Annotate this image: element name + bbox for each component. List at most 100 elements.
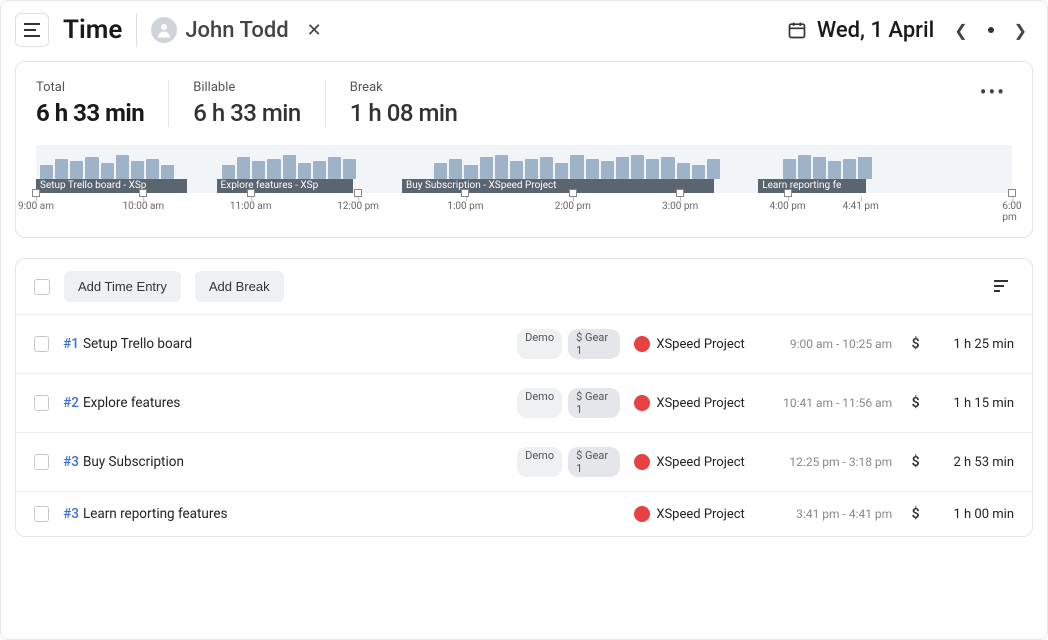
timeline-handle[interactable] <box>139 189 147 197</box>
activity-bar <box>464 165 477 179</box>
timeline-task-bar[interactable]: Explore features - XSp <box>217 179 354 193</box>
stat-break-value: 1 h 08 min <box>350 99 458 127</box>
billable-icon[interactable]: $ <box>906 336 925 352</box>
timeline-task-bar[interactable]: Learn reporting fe <box>758 179 865 193</box>
stat-billable-label: Billable <box>193 80 301 95</box>
activity-bar <box>798 155 811 179</box>
time-entry-row[interactable]: #1Setup Trello board Demo$ Gear 1 XSpeed P… <box>16 315 1032 374</box>
entry-time-range: 10:41 am - 11:56 am <box>780 396 893 410</box>
today-button[interactable] <box>988 27 994 33</box>
activity-bar <box>570 155 583 179</box>
tag[interactable]: $ Gear 1 <box>568 447 620 477</box>
axis-tick: 4:41 pm <box>843 201 879 212</box>
timeline-task-bar[interactable]: Buy Subscription - XSpeed Project <box>402 179 714 193</box>
activity-bar <box>601 161 614 179</box>
activity-bar <box>101 163 114 179</box>
time-entry-row[interactable]: #3Learn reporting features XSpeed Project… <box>16 492 1032 536</box>
entry-project[interactable]: XSpeed Project <box>634 454 765 470</box>
activity-bar <box>343 159 356 179</box>
entry-title[interactable]: #3Learn reporting features <box>63 506 503 522</box>
time-entry-row[interactable]: #3Buy Subscription Demo$ Gear 1 XSpeed Pro… <box>16 433 1032 492</box>
project-color-dot <box>634 506 650 522</box>
entry-project[interactable]: XSpeed Project <box>634 506 765 522</box>
entry-project[interactable]: XSpeed Project <box>634 336 765 352</box>
entry-title[interactable]: #3Buy Subscription <box>63 454 503 470</box>
timeline-task-bar[interactable]: Setup Trello board - XSp <box>36 179 187 193</box>
timeline-handle[interactable] <box>784 189 792 197</box>
entry-checkbox[interactable] <box>34 395 49 411</box>
user-name: John Todd <box>185 18 288 43</box>
stat-break: Break 1 h 08 min <box>325 80 482 127</box>
axis-tick: 6:00 pm <box>1002 201 1021 223</box>
add-time-entry-button[interactable]: Add Time Entry <box>64 271 181 302</box>
time-entry-row[interactable]: #2Explore features Demo$ Gear 1 XSpeed Pro… <box>16 374 1032 433</box>
tag[interactable]: $ Gear 1 <box>568 388 620 418</box>
entry-duration: 1 h 25 min <box>939 337 1014 352</box>
entry-title[interactable]: #2Explore features <box>63 395 503 411</box>
activity-bar <box>495 155 508 179</box>
activity-bar <box>586 159 599 179</box>
timeline-handle[interactable] <box>354 189 362 197</box>
add-break-button[interactable]: Add Break <box>195 271 284 302</box>
entry-number: #3 <box>63 506 79 522</box>
timeline-handle[interactable] <box>1008 189 1016 197</box>
axis-tick: 2:00 pm <box>555 201 591 212</box>
entry-name: Explore features <box>83 395 180 411</box>
billable-icon[interactable]: $ <box>906 506 925 522</box>
menu-icon <box>24 23 40 37</box>
activity-bar <box>85 157 98 179</box>
billable-icon[interactable]: $ <box>906 454 925 470</box>
project-color-dot <box>634 336 650 352</box>
entry-project[interactable]: XSpeed Project <box>634 395 765 411</box>
next-day-button[interactable]: ❯ <box>1008 17 1033 44</box>
billable-icon[interactable]: $ <box>906 395 925 411</box>
stat-billable-value: 6 h 33 min <box>193 99 301 127</box>
timeline-handle[interactable] <box>569 189 577 197</box>
activity-bar <box>131 161 144 179</box>
activity-bar <box>267 159 280 179</box>
date-picker[interactable]: Wed, 1 April <box>787 18 934 43</box>
entry-duration: 1 h 15 min <box>939 396 1014 411</box>
stat-total-value: 6 h 33 min <box>36 99 144 127</box>
timeline-handle[interactable] <box>32 189 40 197</box>
more-options-button[interactable]: ••• <box>980 80 1012 104</box>
activity-bar <box>146 159 159 179</box>
entry-name: Learn reporting features <box>83 506 228 522</box>
entry-checkbox[interactable] <box>34 336 49 352</box>
entry-title[interactable]: #1Setup Trello board <box>63 336 503 352</box>
tag[interactable]: Demo <box>517 447 562 477</box>
activity-bar <box>449 159 462 179</box>
entry-name: Buy Subscription <box>83 454 184 470</box>
activity-bar <box>480 157 493 179</box>
entry-time-range: 9:00 am - 10:25 am <box>780 337 893 351</box>
timeline[interactable]: Setup Trello board - XSp Explore features… <box>36 145 1012 225</box>
axis-tick: 4:00 pm <box>769 201 805 212</box>
activity-bar <box>677 163 690 179</box>
tag[interactable]: Demo <box>517 388 562 418</box>
timeline-handle[interactable] <box>676 189 684 197</box>
activity-bar <box>237 157 250 179</box>
timeline-handle[interactable] <box>247 189 255 197</box>
timeline-handle[interactable] <box>461 189 469 197</box>
stat-break-label: Break <box>350 80 458 95</box>
tag[interactable]: Demo <box>517 329 562 359</box>
activity-bar <box>616 157 629 179</box>
entry-checkbox[interactable] <box>34 454 49 470</box>
entry-checkbox[interactable] <box>34 506 49 522</box>
summary-card: Total 6 h 33 min Billable 6 h 33 min Bre… <box>15 61 1033 238</box>
date-text: Wed, 1 April <box>817 18 934 43</box>
user-selector[interactable]: John Todd <box>151 17 288 43</box>
close-icon[interactable]: ✕ <box>303 16 326 45</box>
activity-bar <box>858 157 871 179</box>
activity-bar <box>783 159 796 179</box>
entries-list: Add Time Entry Add Break #1Setup Trello … <box>15 258 1033 537</box>
activity-bar <box>646 159 659 179</box>
tag[interactable]: $ Gear 1 <box>568 329 620 359</box>
prev-day-button[interactable]: ❮ <box>948 17 973 44</box>
project-name: XSpeed Project <box>656 507 744 522</box>
menu-button[interactable] <box>15 13 49 47</box>
project-color-dot <box>634 454 650 470</box>
sort-button[interactable] <box>990 273 1014 300</box>
select-all-checkbox[interactable] <box>34 279 50 295</box>
project-name: XSpeed Project <box>656 396 744 411</box>
